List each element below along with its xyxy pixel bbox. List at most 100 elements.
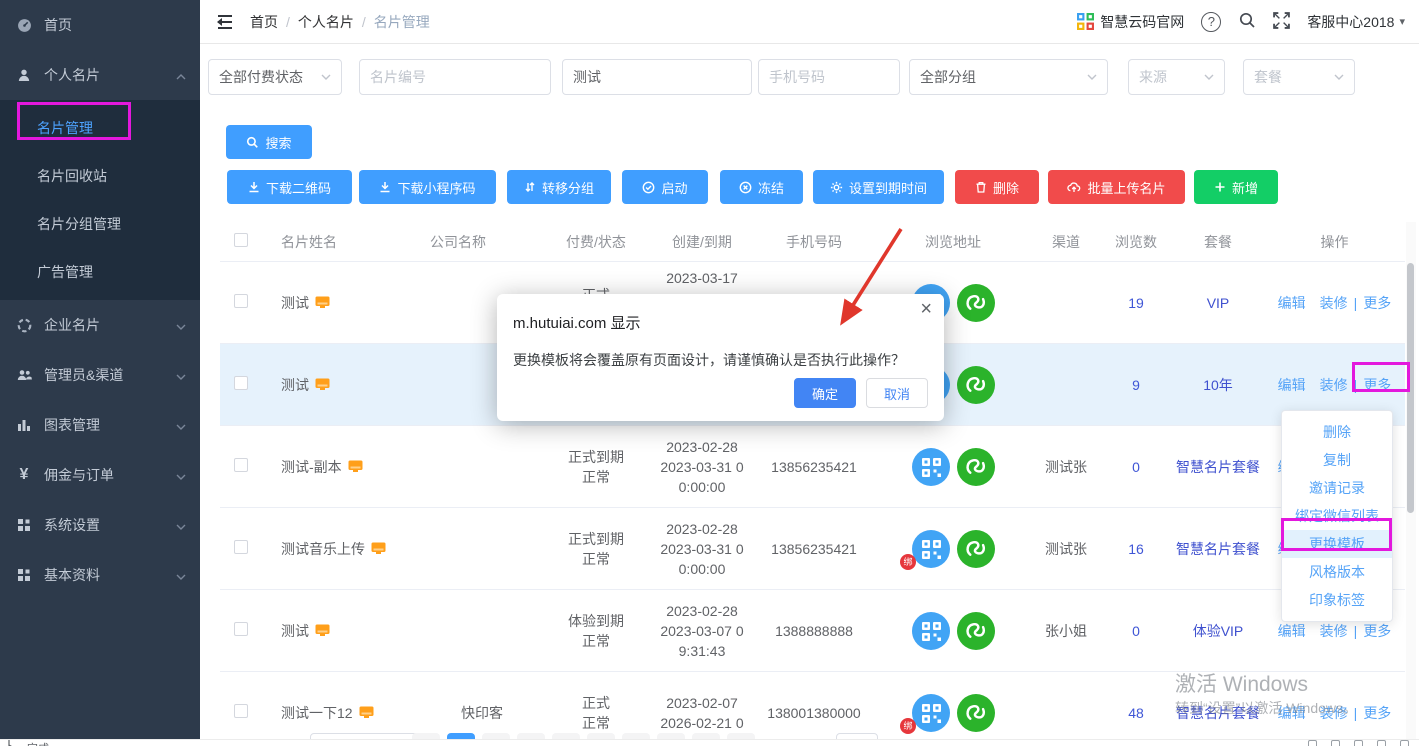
sidebar-item-commission-orders[interactable]: ¥ 佣金与订单: [0, 450, 200, 500]
views-count[interactable]: 48: [1100, 703, 1172, 723]
set-expiry-button[interactable]: 设置到期时间: [813, 170, 944, 204]
views-count[interactable]: 19: [1100, 293, 1172, 313]
wechat-icon[interactable]: [957, 366, 995, 404]
group-select[interactable]: 全部分组: [909, 59, 1108, 95]
source-select[interactable]: 来源: [1128, 59, 1225, 95]
vertical-scrollbar[interactable]: [1406, 222, 1416, 739]
package-label[interactable]: VIP: [1172, 293, 1264, 313]
download-miniprogram-button[interactable]: 下载小程序码: [359, 170, 496, 204]
help-icon[interactable]: ?: [1201, 12, 1221, 32]
package-label[interactable]: 10年: [1172, 375, 1264, 395]
more-link[interactable]: 更多: [1363, 703, 1391, 723]
sidebar-item-label: 首页: [44, 15, 186, 35]
views-count[interactable]: 16: [1100, 539, 1172, 559]
col-url: 浏览地址: [874, 232, 1032, 252]
fullscreen-icon[interactable]: [1273, 12, 1290, 32]
dashboard-icon: [16, 17, 32, 33]
decorate-link[interactable]: 装修: [1320, 293, 1348, 313]
qr-code-icon[interactable]: [912, 694, 950, 732]
card-badge-icon: [315, 296, 330, 309]
wechat-icon[interactable]: [957, 530, 995, 568]
menu-item-delete[interactable]: 删除: [1282, 418, 1392, 446]
row-checkbox[interactable]: [234, 294, 248, 308]
sidebar-item-personal-cards[interactable]: 个人名片: [0, 50, 200, 100]
sidebar-item-card-recycle[interactable]: 名片回收站: [0, 152, 200, 200]
freeze-button[interactable]: 冻结: [720, 170, 803, 204]
wechat-icon[interactable]: [957, 448, 995, 486]
site-link[interactable]: 智慧云码官网: [1077, 12, 1184, 32]
row-checkbox[interactable]: [234, 458, 248, 472]
more-link[interactable]: 更多: [1363, 621, 1391, 641]
download-qr-button[interactable]: 下载二维码: [227, 170, 352, 204]
more-link[interactable]: 更多: [1363, 293, 1391, 313]
sidebar-item-system-settings[interactable]: 系统设置: [0, 500, 200, 550]
search-icon[interactable]: [1238, 11, 1256, 32]
edit-link[interactable]: 编辑: [1278, 375, 1306, 395]
card-badge-icon: [315, 378, 330, 391]
search-button[interactable]: 搜索: [226, 125, 312, 159]
package-label[interactable]: 体验VIP: [1172, 621, 1264, 641]
qr-code-icon[interactable]: [912, 612, 950, 650]
activate-button[interactable]: 启动: [622, 170, 708, 204]
edit-link[interactable]: 编辑: [1278, 703, 1306, 723]
add-new-button[interactable]: 新增: [1194, 170, 1278, 204]
decorate-link[interactable]: 装修: [1320, 703, 1348, 723]
cancel-button[interactable]: 取消: [866, 378, 928, 408]
qr-code-icon[interactable]: [912, 448, 950, 486]
sidebar-item-ad-management[interactable]: 广告管理: [0, 248, 200, 296]
admins-icon: [16, 367, 32, 383]
card-number-input[interactable]: [370, 69, 540, 85]
views-count[interactable]: 0: [1100, 457, 1172, 477]
package-label[interactable]: 智慧名片套餐: [1172, 703, 1264, 723]
package-label[interactable]: 智慧名片套餐: [1172, 539, 1264, 559]
enterprise-icon: [16, 317, 32, 333]
collapse-sidebar-icon[interactable]: [214, 15, 232, 29]
views-count[interactable]: 9: [1100, 375, 1172, 395]
menu-item-invite-records[interactable]: 邀请记录: [1282, 474, 1392, 502]
qr-code-icon[interactable]: [912, 530, 950, 568]
chevron-down-icon: [1334, 74, 1344, 80]
col-company: 公司名称: [422, 232, 542, 252]
decorate-link[interactable]: 装修: [1320, 621, 1348, 641]
package-label[interactable]: 智慧名片套餐: [1172, 457, 1264, 477]
wechat-icon[interactable]: [957, 694, 995, 732]
views-count[interactable]: 0: [1100, 621, 1172, 641]
card-badge-icon: [359, 706, 374, 719]
caret-down-icon: ▾: [1399, 15, 1405, 28]
confirm-button[interactable]: 确定: [794, 378, 856, 408]
batch-upload-button[interactable]: 批量上传名片: [1048, 170, 1185, 204]
qr-logo-icon: [1077, 13, 1094, 30]
user-menu[interactable]: 客服中心2018 ▾: [1307, 12, 1405, 32]
decorate-link[interactable]: 装修: [1320, 375, 1348, 395]
menu-item-copy[interactable]: 复制: [1282, 446, 1392, 474]
transfer-group-button[interactable]: 转移分组: [507, 170, 611, 204]
sidebar-item-basic-profile[interactable]: 基本资料: [0, 550, 200, 600]
package-select[interactable]: 套餐: [1243, 59, 1355, 95]
close-icon[interactable]: ×: [920, 298, 932, 321]
delete-button[interactable]: 删除: [955, 170, 1039, 204]
sidebar-item-home[interactable]: 首页: [0, 0, 200, 50]
edit-link[interactable]: 编辑: [1278, 621, 1306, 641]
menu-item-style-version[interactable]: 风格版本: [1282, 558, 1392, 586]
chevron-down-icon: [176, 517, 186, 533]
sidebar-item-enterprise-cards[interactable]: 企业名片: [0, 300, 200, 350]
sidebar-item-card-groups[interactable]: 名片分组管理: [0, 200, 200, 248]
wechat-icon[interactable]: [957, 612, 995, 650]
row-checkbox[interactable]: [234, 540, 248, 554]
row-checkbox[interactable]: [234, 704, 248, 718]
sidebar-item-admins-channels[interactable]: 管理员&渠道: [0, 350, 200, 400]
card-name-input[interactable]: [573, 69, 741, 85]
phone-input-box: [758, 59, 900, 95]
pay-status-select[interactable]: 全部付费状态: [208, 59, 342, 95]
row-checkbox[interactable]: [234, 622, 248, 636]
menu-item-impression-tags[interactable]: 印象标签: [1282, 586, 1392, 614]
edit-link[interactable]: 编辑: [1278, 293, 1306, 313]
phone-input[interactable]: [769, 69, 889, 85]
cloud-upload-icon: [1067, 181, 1081, 193]
breadcrumb-section[interactable]: 个人名片: [298, 12, 354, 32]
row-checkbox[interactable]: [234, 376, 248, 390]
select-all-checkbox[interactable]: [234, 233, 248, 247]
breadcrumb-home[interactable]: 首页: [250, 12, 278, 32]
sidebar-item-chart-management[interactable]: 图表管理: [0, 400, 200, 450]
wechat-icon[interactable]: [957, 284, 995, 322]
